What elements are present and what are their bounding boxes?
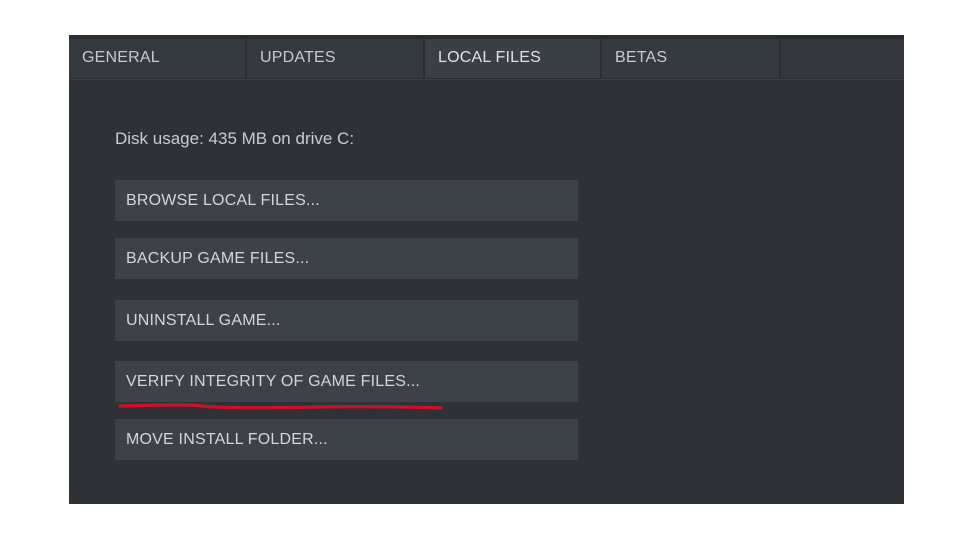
tab-updates[interactable]: UPDATES xyxy=(247,39,423,78)
properties-window: GENERAL UPDATES LOCAL FILES BETAS Disk u… xyxy=(69,35,904,504)
browse-local-files-button[interactable]: BROWSE LOCAL FILES... xyxy=(115,180,578,221)
backup-game-files-button[interactable]: BACKUP GAME FILES... xyxy=(115,238,578,279)
tab-general[interactable]: GENERAL xyxy=(69,39,245,78)
red-underline-annotation xyxy=(118,403,443,410)
move-install-folder-button[interactable]: MOVE INSTALL FOLDER... xyxy=(115,419,578,460)
tab-bar: GENERAL UPDATES LOCAL FILES BETAS xyxy=(69,35,904,80)
uninstall-game-button[interactable]: UNINSTALL GAME... xyxy=(115,300,578,341)
disk-usage-label: Disk usage: 435 MB on drive C: xyxy=(115,129,355,148)
tab-betas[interactable]: BETAS xyxy=(602,39,779,78)
tab-local-files[interactable]: LOCAL FILES xyxy=(425,39,600,78)
tab-bar-filler xyxy=(781,39,904,78)
verify-integrity-button[interactable]: VERIFY INTEGRITY OF GAME FILES... xyxy=(115,361,578,402)
